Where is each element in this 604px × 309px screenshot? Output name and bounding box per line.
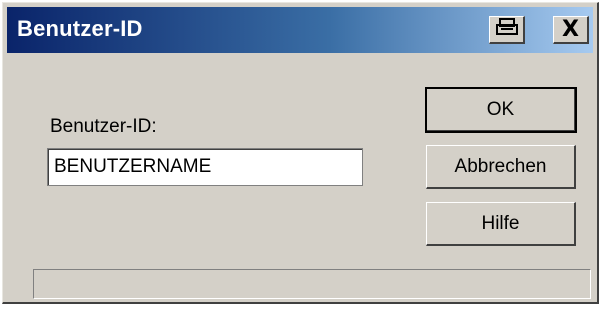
help-button[interactable]: Hilfe — [426, 202, 576, 246]
context-help-button[interactable] — [489, 16, 525, 44]
window-title: Benutzer-ID — [17, 16, 143, 41]
user-id-label: Benutzer-ID: — [50, 116, 157, 137]
status-bar — [33, 269, 591, 299]
close-icon: X — [562, 16, 579, 42]
title-bar[interactable]: Benutzer-ID X — [7, 7, 593, 53]
ok-button[interactable]: OK — [425, 87, 577, 133]
cancel-button[interactable]: Abbrechen — [426, 145, 576, 189]
dialog-window: Benutzer-ID X Benutzer-ID: OK Abbrechen … — [2, 2, 599, 304]
user-id-input[interactable] — [47, 148, 363, 186]
close-button[interactable]: X — [553, 16, 589, 44]
context-help-icon — [495, 18, 518, 41]
